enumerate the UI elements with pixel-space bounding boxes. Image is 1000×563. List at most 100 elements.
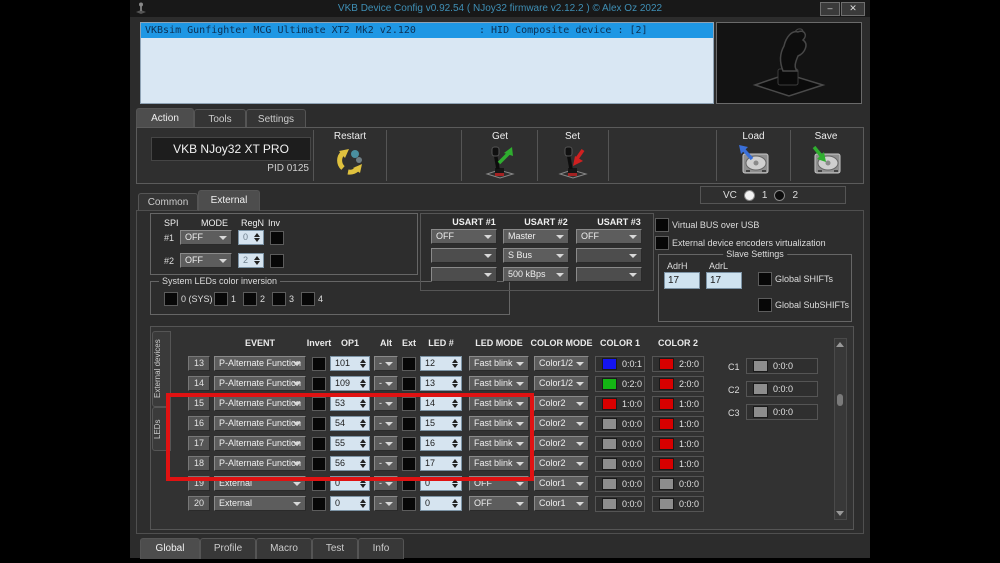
spi-1-inv-checkbox[interactable]: [270, 231, 284, 245]
alt-dropdown[interactable]: -: [374, 456, 398, 471]
color2-cell[interactable]: 1:0:0: [652, 456, 704, 472]
tab-action[interactable]: Action: [136, 108, 194, 128]
tab-global[interactable]: Global: [140, 538, 200, 559]
color1-cell[interactable]: 0:0:0: [595, 456, 645, 472]
ext-checkbox[interactable]: [402, 477, 416, 491]
usart2-mode-dropdown[interactable]: Master: [503, 229, 569, 244]
color1-cell[interactable]: 0:0:0: [595, 416, 645, 432]
color2-cell[interactable]: 2:0:0: [652, 356, 704, 372]
adrh-field[interactable]: 17: [664, 272, 700, 289]
color2-cell[interactable]: 0:0:0: [652, 496, 704, 512]
led-mode-dropdown[interactable]: OFF: [469, 496, 529, 511]
color1-cell[interactable]: 0:0:0: [595, 496, 645, 512]
event-dropdown[interactable]: P-Alternate Function: [214, 416, 306, 431]
tab-common[interactable]: Common: [138, 193, 198, 211]
event-dropdown[interactable]: P-Alternate Function: [214, 456, 306, 471]
sys-led-0-checkbox[interactable]: [164, 292, 178, 306]
invert-checkbox[interactable]: [312, 397, 326, 411]
spi-1-mode-dropdown[interactable]: OFF: [180, 230, 232, 245]
spi-1-regn-spinner[interactable]: 0: [238, 230, 264, 245]
op1-spinner[interactable]: 0: [330, 496, 370, 511]
tab-test[interactable]: Test: [312, 538, 358, 559]
c1-cell[interactable]: 0:0:0: [746, 358, 818, 374]
color1-cell[interactable]: 0:2:0: [595, 376, 645, 392]
color-mode-dropdown[interactable]: Color2: [534, 396, 589, 411]
color-mode-dropdown[interactable]: Color1/2: [534, 376, 589, 391]
led-number-spinner[interactable]: 0: [420, 476, 462, 491]
invert-checkbox[interactable]: [312, 357, 326, 371]
color-mode-dropdown[interactable]: Color2: [534, 436, 589, 451]
alt-dropdown[interactable]: -: [374, 356, 398, 371]
ext-checkbox[interactable]: [402, 357, 416, 371]
op1-spinner[interactable]: 53: [330, 396, 370, 411]
invert-checkbox[interactable]: [312, 497, 326, 511]
event-dropdown[interactable]: P-Alternate Function: [214, 396, 306, 411]
global-subshifts-checkbox[interactable]: [758, 298, 772, 312]
led-number-spinner[interactable]: 16: [420, 436, 462, 451]
led-mode-dropdown[interactable]: Fast blink: [469, 436, 529, 451]
virtual-bus-checkbox[interactable]: [655, 218, 669, 232]
global-shifts-checkbox[interactable]: [758, 272, 772, 286]
color2-cell[interactable]: 2:0:0: [652, 376, 704, 392]
event-dropdown[interactable]: P-Alternate Function: [214, 356, 306, 371]
device-list-item[interactable]: VKBsim Gunfighter MCG Ultimate XT2 Mk2 v…: [141, 23, 713, 38]
led-mode-dropdown[interactable]: Fast blink: [469, 456, 529, 471]
set-button[interactable]: Set: [537, 130, 608, 181]
color-mode-dropdown[interactable]: Color2: [534, 416, 589, 431]
color2-cell[interactable]: 1:0:0: [652, 396, 704, 412]
sys-led-2-checkbox[interactable]: [243, 292, 257, 306]
color1-cell[interactable]: 1:0:0: [595, 396, 645, 412]
alt-dropdown[interactable]: -: [374, 376, 398, 391]
invert-checkbox[interactable]: [312, 377, 326, 391]
led-mode-dropdown[interactable]: Fast blink: [469, 416, 529, 431]
invert-checkbox[interactable]: [312, 437, 326, 451]
op1-spinner[interactable]: 101: [330, 356, 370, 371]
led-number-spinner[interactable]: 14: [420, 396, 462, 411]
usart1-speed-dropdown[interactable]: [431, 267, 497, 282]
alt-dropdown[interactable]: -: [374, 416, 398, 431]
ext-checkbox[interactable]: [402, 497, 416, 511]
device-listbox[interactable]: VKBsim Gunfighter MCG Ultimate XT2 Mk2 v…: [140, 22, 714, 104]
invert-checkbox[interactable]: [312, 457, 326, 471]
tab-external[interactable]: External: [198, 190, 260, 211]
color1-cell[interactable]: 0:0:0: [595, 476, 645, 492]
led-mode-dropdown[interactable]: OFF: [469, 476, 529, 491]
tab-settings[interactable]: Settings: [246, 109, 306, 129]
event-dropdown[interactable]: P-Alternate Function: [214, 436, 306, 451]
invert-checkbox[interactable]: [312, 477, 326, 491]
op1-spinner[interactable]: 54: [330, 416, 370, 431]
op1-spinner[interactable]: 109: [330, 376, 370, 391]
sys-led-3-checkbox[interactable]: [272, 292, 286, 306]
color-mode-dropdown[interactable]: Color1: [534, 496, 589, 511]
sys-led-1-checkbox[interactable]: [214, 292, 228, 306]
table-scrollbar[interactable]: [834, 338, 847, 520]
scrollbar-thumb[interactable]: [837, 394, 843, 406]
color2-cell[interactable]: 1:0:0: [652, 416, 704, 432]
led-number-spinner[interactable]: 15: [420, 416, 462, 431]
ext-checkbox[interactable]: [402, 417, 416, 431]
ext-checkbox[interactable]: [402, 437, 416, 451]
scroll-down-arrow[interactable]: [835, 509, 844, 518]
color-mode-dropdown[interactable]: Color1: [534, 476, 589, 491]
c3-cell[interactable]: 0:0:0: [746, 404, 818, 420]
sys-led-4-checkbox[interactable]: [301, 292, 315, 306]
color2-cell[interactable]: 1:0:0: [652, 436, 704, 452]
load-button[interactable]: Load: [717, 130, 790, 181]
close-button[interactable]: ✕: [841, 2, 865, 16]
alt-dropdown[interactable]: -: [374, 396, 398, 411]
tab-tools[interactable]: Tools: [194, 109, 246, 129]
usart1-mode-dropdown[interactable]: OFF: [431, 229, 497, 244]
color1-cell[interactable]: 0:0:1: [595, 356, 645, 372]
ext-checkbox[interactable]: [402, 397, 416, 411]
usart3-speed-dropdown[interactable]: [576, 267, 642, 282]
usart3-mode-dropdown[interactable]: OFF: [576, 229, 642, 244]
alt-dropdown[interactable]: -: [374, 476, 398, 491]
vc-radio-1[interactable]: [744, 190, 755, 201]
led-mode-dropdown[interactable]: Fast blink: [469, 396, 529, 411]
color1-cell[interactable]: 0:0:0: [595, 436, 645, 452]
led-mode-dropdown[interactable]: Fast blink: [469, 356, 529, 371]
alt-dropdown[interactable]: -: [374, 436, 398, 451]
encoders-checkbox[interactable]: [655, 236, 669, 250]
restart-button[interactable]: Restart: [315, 130, 385, 181]
event-dropdown[interactable]: External: [214, 496, 306, 511]
